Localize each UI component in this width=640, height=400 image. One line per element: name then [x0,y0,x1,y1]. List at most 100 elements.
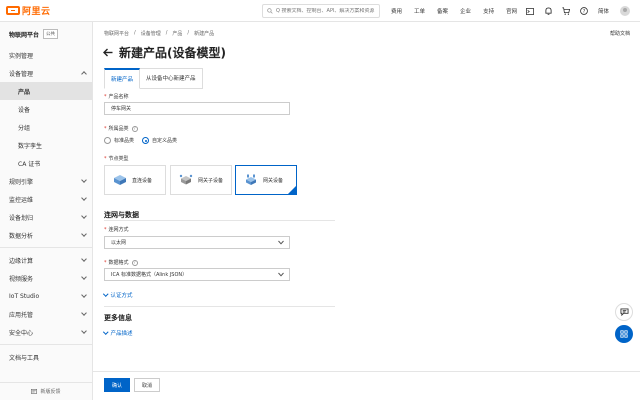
search-input[interactable] [276,8,376,14]
nav-website[interactable]: 官网 [506,7,517,15]
category-radio-group: 标准品类 自定义品类 [104,137,185,144]
back-arrow-icon[interactable] [103,48,113,57]
radio-label-standard[interactable]: 标准品类 [114,137,134,144]
cart-icon[interactable] [557,0,575,22]
connect-method-label: * 连网方式 [104,226,129,233]
expander-label: 认证方式 [110,293,133,299]
sidebar-item-docs-tools[interactable]: 文档与工具 [0,348,92,366]
label-text: 节点类型 [108,156,129,162]
logo-text: 阿里云 [22,7,51,17]
sidebar-item-video[interactable]: 视频服务 [0,269,92,287]
chevron-down-icon [81,292,87,298]
chevron-down-icon [103,291,109,297]
sidebar-item-device-management[interactable]: 设备管理 [0,64,92,82]
breadcrumb-device-management[interactable]: 设备管理 [141,30,161,37]
sidebar-item-label: 规则引擎 [9,178,34,186]
sidebar-item-security[interactable]: 安全中心 [0,323,92,341]
nav-support[interactable]: 支持 [483,7,494,15]
sidebar-item-label: 应用托管 [9,311,34,319]
sidebar-item-groups[interactable]: 分组 [0,118,92,136]
sidebar-item-devices[interactable]: 设备 [0,100,92,118]
sidebar-item-label: 数字孪生 [18,142,43,150]
sidebar-item-data-analysis[interactable]: 数据分析 [0,226,92,244]
product-desc-expander[interactable]: 产品描述 [103,329,133,337]
sidebar-item-digital-twin[interactable]: 数字孪生 [0,136,92,154]
sidebar-item-ca-cert[interactable]: CA 证书 [0,154,92,172]
terminal-icon[interactable] [521,0,539,22]
required-mark: * [104,227,107,233]
help-icon[interactable]: ? [575,0,593,22]
nav-enterprise[interactable]: 企业 [460,7,471,15]
breadcrumb-current: 新建产品 [194,31,215,37]
help-doc-link[interactable]: 帮助文档 [610,30,630,37]
product-name-input[interactable]: 停车网关 [104,102,290,115]
sidebar-item-label: 实例管理 [9,52,34,60]
chevron-down-icon [81,274,87,280]
search-icon [267,8,273,14]
radio-custom-category[interactable] [142,137,150,144]
sidebar-item-edge-computing[interactable]: 边缘计算 [0,251,92,269]
label-text: 所属品类 [108,126,129,132]
sidebar-item-instances[interactable]: 实例管理 [0,46,92,64]
help-icon[interactable]: ? [131,125,138,132]
sidebar-item-app-hosting[interactable]: 应用托管 [0,305,92,323]
bell-icon[interactable] [539,0,557,22]
apps-float-button[interactable] [615,325,633,343]
radio-label-custom[interactable]: 自定义品类 [152,137,177,144]
node-type-gateway-sub[interactable]: 网关子设备 [170,165,232,195]
breadcrumb-separator: / [165,30,168,36]
breadcrumb-iot-platform[interactable]: 物联网平台 [104,30,129,37]
nav-tickets[interactable]: 工单 [414,7,425,15]
chat-float-button[interactable] [615,303,633,321]
sidebar-item-label: 设备管理 [9,70,34,78]
auth-method-expander[interactable]: 认证方式 [103,291,133,299]
sidebar-item-label: 设备 [18,106,31,114]
feedback-icon [31,388,38,394]
form-footer: 确认 取消 [93,371,640,400]
sidebar-item-label: 产品 [18,88,31,96]
instance-tag[interactable]: 公共 [43,29,59,39]
sidebar-item-rules-engine[interactable]: 规则引擎 [0,172,92,190]
sidebar-item-label: IoT Studio [9,292,40,300]
nav-icp[interactable]: 备案 [437,7,448,15]
node-type-label: * 节点类型 [104,155,129,162]
product-name-label: * 产品名称 [104,93,129,100]
expander-label: 产品描述 [110,331,133,337]
global-search[interactable] [262,4,380,18]
data-format-select[interactable]: ICA 标准数据格式（Alink JSON） [104,268,290,281]
breadcrumb-products[interactable]: 产品 [172,30,182,37]
node-type-direct[interactable]: 直连设备 [104,165,166,195]
breadcrumb-separator: / [134,30,136,36]
sidebar-title: 物联网平台 [9,31,40,39]
sidebar-item-monitoring[interactable]: 监控运维 [0,190,92,208]
language-switch[interactable]: 简体 [598,7,609,15]
sidebar-item-device-assign[interactable]: 设备划归 [0,208,92,226]
avatar[interactable] [620,6,631,16]
required-mark: * [104,94,107,100]
data-format-label: * 数据格式? [104,259,138,266]
card-label: 网关设备 [263,177,284,184]
feedback-label: 新版反馈 [40,389,61,395]
aliyun-logo[interactable]: 阿里云 [6,4,51,17]
cancel-button[interactable]: 取消 [134,378,160,392]
chevron-down-icon [278,272,284,277]
confirm-button[interactable]: 确认 [104,378,130,392]
sidebar-item-iot-studio[interactable]: IoT Studio [0,287,92,305]
top-bar: 阿里云 费用 工单 备案 企业 支持 官网 ? 简体 [0,0,640,22]
sidebar-divider [0,247,92,248]
sidebar-divider [0,344,92,345]
nav-fees[interactable]: 费用 [391,7,402,15]
top-icons: ? 简体 [521,0,631,22]
help-icon[interactable]: ? [131,259,138,266]
tab-bar: 新建产品 从设备中心新建产品 [104,68,203,89]
chevron-down-icon [81,231,87,237]
node-type-gateway[interactable]: 网关设备 [235,165,297,195]
sidebar-item-label: 数据分析 [9,232,34,240]
feedback-link[interactable]: 新版反馈 [0,382,92,400]
sidebar-item-products[interactable]: 产品 [0,82,92,100]
radio-standard-category[interactable] [104,137,111,144]
connect-method-select[interactable]: 以太网 [104,236,290,249]
tab-new-product[interactable]: 新建产品 [104,68,141,89]
tab-from-device-center[interactable]: 从设备中心新建产品 [140,68,203,89]
sidebar-item-label: 安全中心 [9,329,34,337]
